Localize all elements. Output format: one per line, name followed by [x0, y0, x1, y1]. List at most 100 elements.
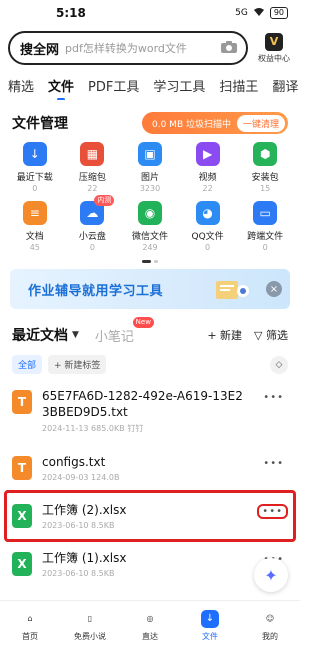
top-tabs: 精选 文件 PDF工具 学习工具 扫描王 翻译: [0, 70, 300, 100]
file-meta: 2023-06-10 8.5KB: [42, 521, 115, 530]
nav-label: 直达: [142, 631, 158, 641]
junk-scan-pill[interactable]: 0.0 MB 垃圾扫描中 一键清理: [142, 112, 288, 134]
category-count: 0: [205, 243, 211, 252]
category-label: 图片: [140, 173, 159, 183]
file-list: T 65E7FA6D-1282-492e-A619-13E23BBED9D5.tx…: [0, 378, 300, 588]
file-row[interactable]: X工作簿 (1).xlsx2023-06-10 8.5KB•••: [12, 540, 288, 588]
video-icon: ▶: [195, 142, 220, 166]
tag-icon[interactable]: ◇: [270, 355, 288, 374]
more-options-icon[interactable]: •••: [263, 392, 284, 403]
file-manager-title: 文件管理: [12, 116, 68, 132]
category-wechat[interactable]: ◉ 微信文件 249: [121, 201, 179, 252]
sparkle-icon: ✦: [264, 565, 278, 585]
category-count: 22: [202, 184, 213, 193]
tab-1[interactable]: 文件: [48, 76, 74, 100]
category-label: 最近下载: [16, 173, 53, 183]
chip-all[interactable]: 全部: [12, 355, 43, 374]
category-count: 22: [87, 184, 98, 193]
more-options-icon[interactable]: •••: [257, 504, 288, 519]
filter-icon: ▽: [254, 329, 263, 342]
text-file-icon: T: [12, 390, 32, 414]
category-count: 0: [262, 243, 268, 252]
file-row[interactable]: Tconfigs.txt 2024-09-03 124.0B •••: [12, 444, 288, 492]
rights-center-label: 权益中心: [258, 53, 290, 63]
nav-label: 首页: [22, 631, 38, 641]
search-brand: 搜全网: [20, 42, 60, 58]
category-qq[interactable]: ◕ QQ文件 0: [179, 201, 237, 252]
tab-0[interactable]: 精选: [8, 76, 34, 95]
nav-item-2[interactable]: ◎ 直达: [120, 601, 180, 650]
category-count: 0: [89, 243, 95, 252]
nav-label: 文件: [202, 631, 218, 641]
file-download-icon: ↓: [201, 609, 219, 628]
close-icon[interactable]: ×: [266, 281, 282, 297]
notes-tab[interactable]: 小笔记 New: [94, 316, 154, 345]
category-apk[interactable]: ⬢ 安装包 15: [236, 142, 294, 193]
nav-item-3[interactable]: ↓ 文件: [180, 601, 240, 650]
category-archive[interactable]: ▦ 压缩包 22: [64, 142, 122, 193]
new-button[interactable]: + 新建: [207, 327, 242, 343]
category-count: 15: [260, 184, 271, 193]
category-label: 微信文件: [131, 232, 168, 242]
category-cross-device[interactable]: ▭ 跨端文件 0: [236, 201, 294, 252]
nav-item-0[interactable]: ⌂ 首页: [0, 601, 60, 650]
file-meta: 2023-06-10 8.5KB: [42, 569, 115, 578]
junk-scan-text: 0.0 MB 垃圾扫描中: [152, 119, 231, 130]
nav-item-4[interactable]: ☺ 我的: [240, 601, 300, 650]
document-icon: ≡: [22, 201, 47, 225]
file-row[interactable]: X 工作簿 (2).xlsx 2023-06-10 8.5KB •••: [4, 490, 296, 542]
file-name: 工作簿 (2).xlsx: [42, 503, 127, 517]
file-category-grid: ↓ 最近下载 0 ▦ 压缩包 22 ▣ 图片 3230 ▶ 视频 22 ⬢ 安装包 15 ≡ 文档 45 ☁ 内测 小云…: [0, 140, 300, 252]
beta-badge: 内测: [94, 195, 115, 206]
camera-icon[interactable]: [220, 39, 238, 58]
search-bar[interactable]: 搜全网 pdf怎样转换为word文件: [8, 31, 248, 65]
category-cloud[interactable]: ☁ 内测 小云盘 0: [64, 195, 122, 252]
profile-icon: ☺: [265, 614, 275, 623]
home-icon: ⌂: [27, 614, 33, 623]
wechat-icon: ◉: [137, 201, 162, 225]
recent-docs-title[interactable]: 最近文档: [12, 325, 68, 345]
one-click-clean-button[interactable]: 一键清理: [236, 114, 285, 132]
file-row[interactable]: T 65E7FA6D-1282-492e-A619-13E23BBED9D5.tx…: [12, 378, 288, 444]
category-count: 45: [29, 243, 40, 252]
bottom-navigation: ⌂ 首页 ▯ 免费小说 ◎ 直达 ↓ 文件 ☺ 我的: [0, 600, 300, 650]
status-bar: 5:18 5G 90: [0, 0, 300, 26]
tab-3[interactable]: 学习工具: [153, 76, 205, 95]
tab-2[interactable]: PDF工具: [88, 76, 139, 95]
ai-assistant-button[interactable]: ✦: [254, 558, 288, 592]
category-count: 0: [32, 184, 38, 193]
category-document[interactable]: ≡ 文档 45: [6, 201, 64, 252]
qq-icon: ◕: [195, 201, 220, 225]
file-meta: 2024-09-03 124.0B: [42, 473, 120, 482]
tab-4[interactable]: 扫描王: [219, 76, 258, 95]
tab-5[interactable]: 翻译: [272, 76, 298, 95]
wifi-icon: [253, 7, 265, 20]
excel-file-icon: X: [12, 552, 32, 576]
category-video[interactable]: ▶ 视频 22: [179, 142, 237, 193]
category-label: 视频: [198, 173, 217, 183]
promo-banner[interactable]: 作业辅导就用学习工具 ×: [10, 269, 290, 309]
nav-item-1[interactable]: ▯ 免费小说: [60, 601, 120, 650]
archive-icon: ▦: [80, 142, 105, 166]
rights-center-button[interactable]: V 权益中心: [256, 32, 292, 64]
category-label: QQ文件: [191, 232, 224, 242]
category-image[interactable]: ▣ 图片 3230: [121, 142, 179, 193]
chevron-down-icon[interactable]: ▼: [72, 330, 79, 340]
notes-label: 小笔记: [94, 329, 134, 345]
nav-label: 我的: [262, 631, 278, 641]
book-icon: ▯: [87, 614, 93, 623]
chip-new-tag[interactable]: + 新建标签: [48, 355, 107, 374]
network-icon: 5G: [235, 8, 248, 18]
more-options-icon[interactable]: •••: [263, 458, 284, 469]
image-icon: ▣: [137, 142, 162, 166]
category-count: 3230: [139, 184, 161, 193]
filter-button[interactable]: ▽ 筛选: [254, 327, 288, 343]
file-name: configs.txt: [42, 455, 106, 469]
search-placeholder[interactable]: pdf怎样转换为word文件: [65, 40, 220, 56]
category-download[interactable]: ↓ 最近下载 0: [6, 142, 64, 193]
banner-text: 作业辅导就用学习工具: [28, 283, 164, 299]
category-count: 249: [142, 243, 158, 252]
status-time: 5:18: [56, 6, 86, 20]
cross-device-icon: ▭: [253, 201, 278, 225]
category-label: 压缩包: [78, 173, 106, 183]
